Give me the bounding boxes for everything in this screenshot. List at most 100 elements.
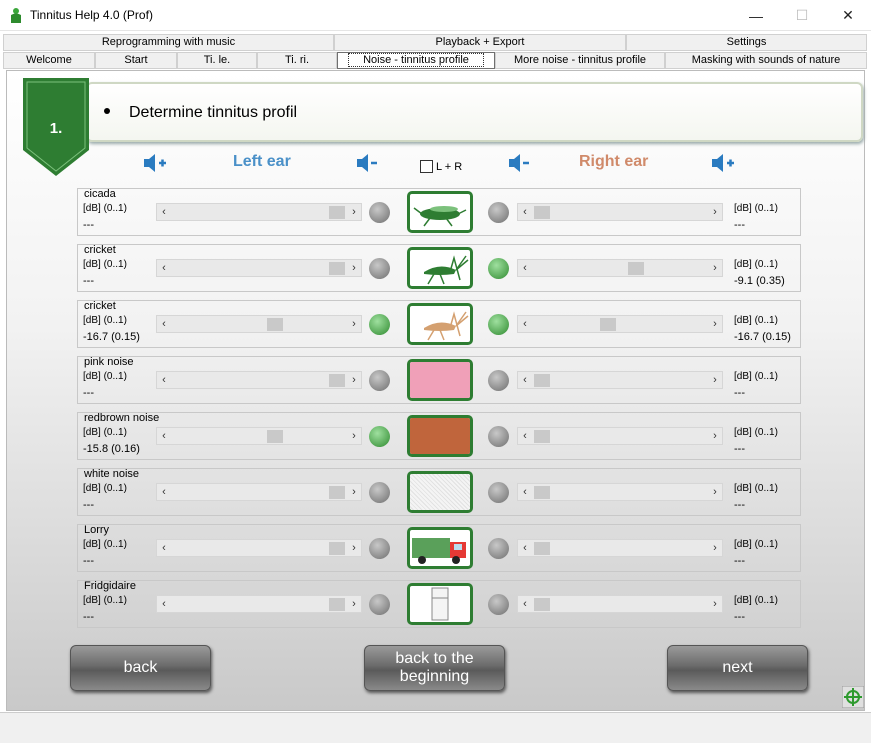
right-volume-slider[interactable]: ‹ › — [517, 203, 723, 221]
left-status-led[interactable] — [369, 426, 390, 447]
left-status-led[interactable] — [369, 314, 390, 335]
tab-more-noise-tinnitus-profile[interactable]: More noise - tinnitus profile — [495, 52, 665, 69]
slider-thumb[interactable] — [329, 542, 345, 555]
lorry-icon[interactable] — [407, 527, 473, 569]
slider-right-arrow-icon[interactable]: › — [710, 262, 720, 274]
left-status-led[interactable] — [369, 538, 390, 559]
cricket-icon[interactable] — [407, 247, 473, 289]
slider-thumb[interactable] — [329, 486, 345, 499]
slider-right-arrow-icon[interactable]: › — [710, 486, 720, 498]
tab-ti-ri[interactable]: Ti. ri. — [257, 52, 337, 69]
slider-thumb[interactable] — [329, 374, 345, 387]
slider-left-arrow-icon[interactable]: ‹ — [159, 206, 169, 218]
right-status-led[interactable] — [488, 314, 509, 335]
tab-reprogramming-with-music[interactable]: Reprogramming with music — [3, 34, 334, 51]
slider-right-arrow-icon[interactable]: › — [349, 318, 359, 330]
lr-checkbox[interactable] — [420, 160, 433, 173]
right-status-led[interactable] — [488, 426, 509, 447]
left-volume-slider[interactable]: ‹ › — [156, 427, 362, 445]
slider-left-arrow-icon[interactable]: ‹ — [520, 486, 530, 498]
slider-thumb[interactable] — [266, 430, 283, 443]
slider-right-arrow-icon[interactable]: › — [710, 374, 720, 386]
right-volume-up-icon[interactable] — [709, 152, 735, 174]
slider-right-arrow-icon[interactable]: › — [349, 262, 359, 274]
slider-left-arrow-icon[interactable]: ‹ — [520, 374, 530, 386]
slider-right-arrow-icon[interactable]: › — [710, 430, 720, 442]
slider-left-arrow-icon[interactable]: ‹ — [520, 430, 530, 442]
tab-ti-le[interactable]: Ti. le. — [177, 52, 257, 69]
left-status-led[interactable] — [369, 258, 390, 279]
right-volume-slider[interactable]: ‹ › — [517, 539, 723, 557]
slider-thumb[interactable] — [534, 542, 550, 555]
left-volume-slider[interactable]: ‹ › — [156, 483, 362, 501]
slider-thumb[interactable] — [329, 206, 345, 219]
fridge-icon[interactable] — [407, 583, 473, 625]
right-volume-slider[interactable]: ‹ › — [517, 259, 723, 277]
slider-thumb[interactable] — [534, 206, 550, 219]
slider-right-arrow-icon[interactable]: › — [349, 430, 359, 442]
slider-left-arrow-icon[interactable]: ‹ — [520, 206, 530, 218]
slider-thumb[interactable] — [599, 318, 616, 331]
slider-thumb[interactable] — [266, 318, 283, 331]
right-status-led[interactable] — [488, 538, 509, 559]
left-status-led[interactable] — [369, 202, 390, 223]
slider-thumb[interactable] — [627, 262, 644, 275]
slider-thumb[interactable] — [329, 262, 345, 275]
right-volume-slider[interactable]: ‹ › — [517, 427, 723, 445]
slider-right-arrow-icon[interactable]: › — [710, 598, 720, 610]
close-button[interactable]: ✕ — [825, 0, 871, 31]
slider-left-arrow-icon[interactable]: ‹ — [159, 318, 169, 330]
back-to-beginning-button[interactable]: back to the beginning — [364, 645, 505, 691]
slider-left-arrow-icon[interactable]: ‹ — [159, 374, 169, 386]
right-volume-slider[interactable]: ‹ › — [517, 371, 723, 389]
left-status-led[interactable] — [369, 370, 390, 391]
slider-left-arrow-icon[interactable]: ‹ — [159, 542, 169, 554]
redbrown-noise-swatch[interactable] — [407, 415, 473, 457]
left-volume-slider[interactable]: ‹ › — [156, 539, 362, 557]
left-volume-up-icon[interactable] — [141, 152, 167, 174]
tab-noise-tinnitus-profile[interactable]: Noise - tinnitus profile — [337, 52, 495, 69]
slider-left-arrow-icon[interactable]: ‹ — [520, 598, 530, 610]
right-status-led[interactable] — [488, 258, 509, 279]
tab-welcome[interactable]: Welcome — [3, 52, 95, 69]
slider-right-arrow-icon[interactable]: › — [349, 598, 359, 610]
maximize-button[interactable]: ☐ — [779, 0, 825, 31]
crosshair-icon[interactable] — [842, 686, 864, 708]
right-status-led[interactable] — [488, 370, 509, 391]
left-volume-slider[interactable]: ‹ › — [156, 259, 362, 277]
right-volume-slider[interactable]: ‹ › — [517, 315, 723, 333]
right-status-led[interactable] — [488, 594, 509, 615]
right-volume-slider[interactable]: ‹ › — [517, 483, 723, 501]
slider-thumb[interactable] — [534, 486, 550, 499]
cricket-icon[interactable] — [407, 303, 473, 345]
left-status-led[interactable] — [369, 482, 390, 503]
slider-right-arrow-icon[interactable]: › — [710, 542, 720, 554]
back-button[interactable]: back — [70, 645, 211, 691]
slider-right-arrow-icon[interactable]: › — [349, 206, 359, 218]
tab-start[interactable]: Start — [95, 52, 177, 69]
slider-left-arrow-icon[interactable]: ‹ — [159, 262, 169, 274]
tab-settings[interactable]: Settings — [626, 34, 867, 51]
slider-left-arrow-icon[interactable]: ‹ — [159, 486, 169, 498]
slider-thumb[interactable] — [329, 598, 345, 611]
slider-left-arrow-icon[interactable]: ‹ — [520, 318, 530, 330]
slider-right-arrow-icon[interactable]: › — [710, 206, 720, 218]
slider-left-arrow-icon[interactable]: ‹ — [520, 262, 530, 274]
pink-noise-swatch[interactable] — [407, 359, 473, 401]
left-volume-slider[interactable]: ‹ › — [156, 315, 362, 333]
slider-right-arrow-icon[interactable]: › — [710, 318, 720, 330]
right-status-led[interactable] — [488, 202, 509, 223]
left-volume-slider[interactable]: ‹ › — [156, 595, 362, 613]
left-volume-slider[interactable]: ‹ › — [156, 371, 362, 389]
right-status-led[interactable] — [488, 482, 509, 503]
slider-left-arrow-icon[interactable]: ‹ — [159, 598, 169, 610]
slider-right-arrow-icon[interactable]: › — [349, 486, 359, 498]
slider-thumb[interactable] — [534, 598, 550, 611]
next-button[interactable]: next — [667, 645, 808, 691]
tab-masking-with-sounds-of-nature[interactable]: Masking with sounds of nature — [665, 52, 867, 69]
left-volume-slider[interactable]: ‹ › — [156, 203, 362, 221]
white-noise-swatch[interactable] — [407, 471, 473, 513]
right-volume-down-icon[interactable] — [506, 152, 532, 174]
slider-right-arrow-icon[interactable]: › — [349, 542, 359, 554]
slider-thumb[interactable] — [534, 430, 550, 443]
